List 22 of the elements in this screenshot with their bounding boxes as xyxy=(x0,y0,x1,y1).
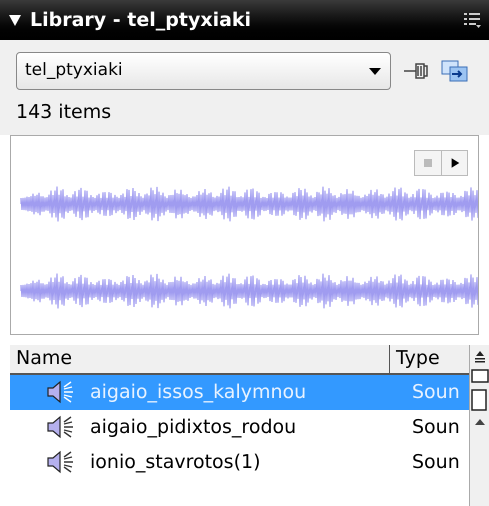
library-dropdown[interactable]: tel_ptyxiaki xyxy=(16,52,391,90)
speaker-icon xyxy=(46,379,76,405)
speaker-icon xyxy=(46,414,76,440)
new-library-panel-icon[interactable] xyxy=(441,59,469,83)
column-header[interactable]: Type xyxy=(390,344,469,372)
item-type: Soun xyxy=(411,450,460,475)
column-header[interactable]: Name xyxy=(10,344,390,372)
menu-icon[interactable] xyxy=(463,11,481,29)
scroll-up-arrow-icon[interactable] xyxy=(474,416,486,426)
item-type: Soun xyxy=(411,414,460,440)
item-name: aigaio_pidixtos_rodou xyxy=(90,414,298,440)
dropdown-caret-icon[interactable] xyxy=(368,66,382,76)
item-name: ionio_stavrotos(1) xyxy=(90,450,262,475)
collapse-caret-icon[interactable] xyxy=(8,13,22,27)
wide-view-icon[interactable] xyxy=(470,368,488,382)
sort-icon[interactable] xyxy=(472,348,486,362)
item-count: 143 items xyxy=(16,101,112,123)
panel-title: Library - tel_ptyxiaki xyxy=(30,8,252,33)
item-name: aigaio_issos_kalymnou xyxy=(90,380,308,405)
speaker-icon xyxy=(46,449,76,475)
item-type: Soun xyxy=(411,380,460,405)
narrow-view-icon[interactable] xyxy=(470,388,488,410)
